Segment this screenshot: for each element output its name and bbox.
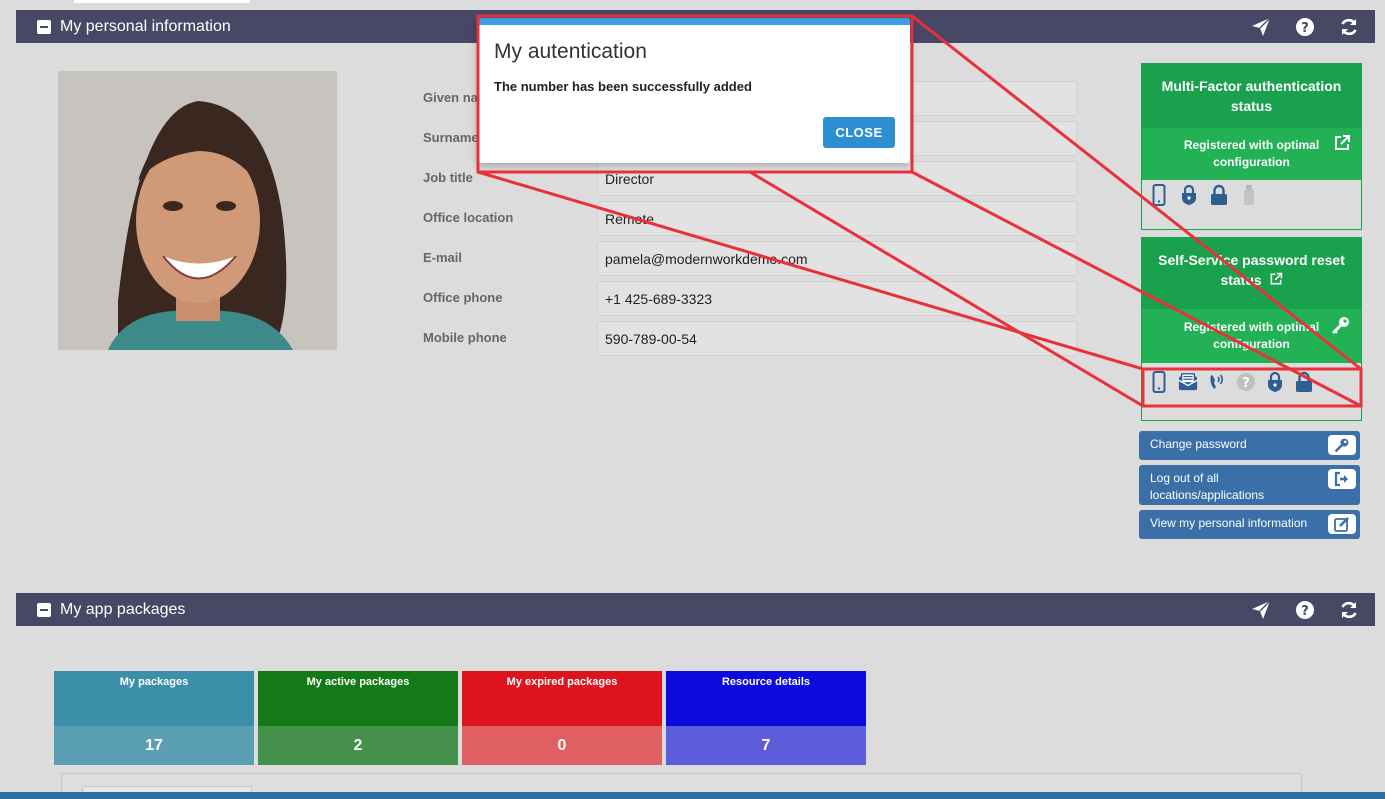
mobile-phone-icon (1149, 184, 1169, 206)
tile-label: My active packages (258, 671, 458, 726)
collapse-icon[interactable] (37, 602, 51, 617)
office-phone-label: Office phone (423, 290, 503, 305)
lock-icon (1294, 371, 1314, 393)
office-location-label: Office location (423, 210, 514, 225)
tile-value: 7 (666, 726, 866, 765)
mobile-phone-field[interactable]: 590-789-00-54 (597, 321, 1077, 356)
change-password-button[interactable]: Change password (1139, 431, 1360, 460)
job-title-label: Job title (423, 170, 473, 185)
lock-icon (1209, 184, 1229, 206)
send-icon[interactable] (1249, 598, 1273, 622)
view-personal-info-label: View my personal information (1150, 516, 1308, 530)
svg-text:?: ? (1301, 604, 1309, 619)
change-password-label: Change password (1150, 437, 1247, 451)
modal-message: The number has been successfully added (494, 79, 752, 94)
office-location-field[interactable]: Remote (597, 201, 1077, 236)
edit-icon (1328, 514, 1356, 534)
tile-resource-details[interactable]: Resource details 7 (666, 671, 866, 765)
sspr-status-text: Registered with optimal configuration (1183, 320, 1320, 352)
svg-text:?: ? (1242, 376, 1250, 391)
security-question-icon: ? (1236, 371, 1256, 393)
sspr-status-title-text: Self-Service password reset status (1158, 252, 1345, 288)
collapse-icon[interactable] (37, 19, 51, 34)
footer-bar (0, 792, 1385, 799)
modal-title: My autentication (494, 40, 647, 63)
view-personal-info-button[interactable]: View my personal information (1139, 510, 1360, 539)
refresh-icon[interactable] (1337, 598, 1361, 622)
personal-info-title: My personal information (60, 17, 231, 35)
mobile-phone-icon (1149, 371, 1169, 394)
top-tab[interactable] (74, 0, 250, 3)
app-packages-header: My app packages ? (16, 593, 1375, 626)
email-field[interactable]: pamela@modernworkdemo.com (597, 241, 1077, 276)
office-phone-field[interactable]: +1 425-689-3323 (597, 281, 1077, 316)
sspr-status-row: Registered with optimal configuration (1142, 309, 1361, 364)
modal-top-bar (477, 18, 910, 25)
mobile-phone-label: Mobile phone (423, 330, 507, 345)
tile-active-packages[interactable]: My active packages 2 (258, 671, 458, 765)
help-icon[interactable]: ? (1293, 598, 1317, 622)
sspr-status-title: Self-Service password reset status (1142, 238, 1361, 310)
close-button[interactable]: CLOSE (823, 117, 895, 148)
logout-all-label: Log out of all locations/applications (1150, 471, 1265, 502)
mfa-status-text: Registered with optimal configuration (1183, 138, 1320, 169)
email-label: E-mail (423, 250, 463, 265)
send-icon[interactable] (1249, 15, 1273, 39)
key-icon (1331, 315, 1351, 340)
usb-key-icon (1239, 184, 1259, 206)
email-icon (1178, 371, 1198, 393)
sign-out-icon (1328, 469, 1356, 489)
tile-label: My expired packages (462, 671, 662, 726)
svg-text:?: ? (1301, 21, 1309, 36)
surname-label: Surname (423, 130, 479, 145)
tile-value: 2 (258, 726, 458, 765)
app-packages-title: My app packages (60, 600, 186, 618)
authentication-modal: My autentication The number has been suc… (477, 18, 910, 163)
tile-value: 0 (462, 726, 662, 765)
mfa-status-row: Registered with optimal configuration (1142, 128, 1361, 180)
shield-lock-icon (1179, 184, 1199, 206)
tile-label: Resource details (666, 671, 866, 726)
tile-value: 17 (54, 726, 254, 765)
refresh-icon[interactable] (1337, 15, 1361, 39)
mfa-status-title: Multi-Factor authentication status (1142, 64, 1361, 128)
external-link-icon[interactable] (1333, 134, 1351, 157)
tile-label: My packages (54, 671, 254, 726)
tile-my-packages[interactable]: My packages 17 (54, 671, 254, 765)
profile-photo (58, 71, 337, 350)
tile-expired-packages[interactable]: My expired packages 0 (462, 671, 662, 765)
shield-lock-icon (1265, 371, 1285, 393)
job-title-field[interactable]: Director (597, 161, 1077, 196)
key-icon (1328, 435, 1356, 455)
mfa-status-card: Multi-Factor authentication status Regis… (1141, 63, 1362, 230)
sspr-status-card: Self-Service password reset status Regis… (1141, 237, 1362, 421)
logout-all-button[interactable]: Log out of all locations/applications (1139, 465, 1360, 505)
help-icon[interactable]: ? (1293, 15, 1317, 39)
external-link-icon[interactable] (1269, 271, 1283, 291)
phone-call-icon (1207, 371, 1227, 393)
